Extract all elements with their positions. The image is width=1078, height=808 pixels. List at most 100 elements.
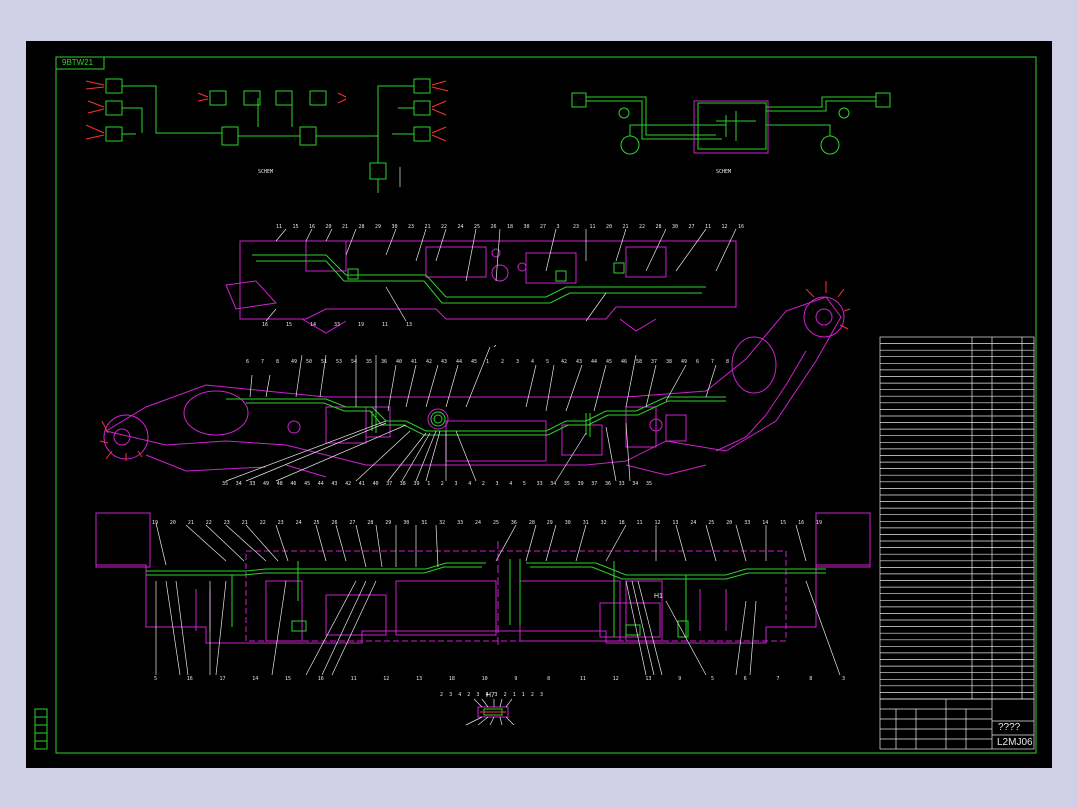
- callout-number: 11: [382, 322, 388, 328]
- callout-number: 21: [623, 224, 629, 230]
- callout-number: 16: [262, 322, 268, 328]
- callout-number: 18: [449, 676, 455, 682]
- callout-number: 20: [726, 520, 732, 526]
- callout-number: 49: [681, 359, 687, 365]
- callout-number: 12: [655, 520, 661, 526]
- callout-number: 38: [666, 359, 672, 365]
- callout-number: 7: [711, 359, 714, 365]
- machine-view-2: [99, 281, 851, 482]
- callout-number: 11: [590, 224, 596, 230]
- callout-number: 32: [601, 520, 607, 526]
- callout-number: 23: [278, 520, 284, 526]
- callout-number: 28: [656, 224, 662, 230]
- callout-number: 5: [154, 676, 157, 682]
- callout-number: 31: [583, 520, 589, 526]
- callout-number: 35: [222, 481, 228, 487]
- callout-number: 42: [561, 359, 567, 365]
- callout-number: 2: [467, 692, 470, 698]
- callout-number: 27: [349, 520, 355, 526]
- svg-text:SCHEM: SCHEM: [258, 169, 273, 175]
- callout-number: 33: [744, 520, 750, 526]
- callout-number: 13: [672, 520, 678, 526]
- callout-number: 33: [249, 481, 255, 487]
- title-name: ????: [998, 722, 1021, 733]
- callout-number: 8: [547, 676, 550, 682]
- callout-number: 33: [619, 481, 625, 487]
- schematic-left: SCHEM: [85, 78, 449, 193]
- callout-number: 54: [351, 359, 357, 365]
- callout-number: 30: [672, 224, 678, 230]
- callout-number: 22: [639, 224, 645, 230]
- callout-number: 2: [482, 481, 485, 487]
- callout-number: 49: [291, 359, 297, 365]
- callout-number: 29: [547, 520, 553, 526]
- callout-number: 13: [416, 676, 422, 682]
- callout-number: 33: [537, 481, 543, 487]
- callout-number: 7: [777, 676, 780, 682]
- callout-number: 35: [646, 481, 652, 487]
- callout-number: 4: [468, 481, 471, 487]
- callout-number: 43: [331, 481, 337, 487]
- callout-number: 6: [744, 676, 747, 682]
- callout-number: 58: [636, 359, 642, 365]
- callout-number: 11: [705, 224, 711, 230]
- callout-number: 12: [613, 676, 619, 682]
- callout-number: 3: [516, 359, 519, 365]
- callout-number: 2: [504, 692, 507, 698]
- callout-number: 41: [411, 359, 417, 365]
- callout-number: 25: [314, 520, 320, 526]
- callout-number: 42: [426, 359, 432, 365]
- callout-number: 15: [293, 224, 299, 230]
- callout-number: 45: [471, 359, 477, 365]
- callout-number: 1: [486, 359, 489, 365]
- callout-number: 3: [540, 692, 543, 698]
- callout-number: 29: [385, 520, 391, 526]
- callout-number: 11: [580, 676, 586, 682]
- callout-number: 23: [408, 224, 414, 230]
- callout-number: 8: [276, 359, 279, 365]
- callout-number: 13: [645, 676, 651, 682]
- callout-number: 34: [632, 481, 638, 487]
- callout-number: 39: [414, 481, 420, 487]
- callout-number: 53: [336, 359, 342, 365]
- callout-number: 10: [482, 676, 488, 682]
- callout-number: 4: [458, 692, 461, 698]
- callout-number: 25: [708, 520, 714, 526]
- callout-number: 5: [711, 676, 714, 682]
- callout-number: 46: [290, 481, 296, 487]
- callout-number: 3: [557, 224, 560, 230]
- callout-number: 24: [296, 520, 302, 526]
- callout-number: 48: [277, 481, 283, 487]
- callout-number: 25: [493, 520, 499, 526]
- callout-number: 42: [345, 481, 351, 487]
- callout-number: 15: [780, 520, 786, 526]
- callout-number: 23: [224, 520, 230, 526]
- callout-number: 8: [726, 359, 729, 365]
- callout-number: 36: [511, 520, 517, 526]
- callout-number: 1: [522, 692, 525, 698]
- cad-viewport[interactable]: SCHEM SCHEM 11 15 16 20 21 28 29 30 23 2…: [26, 41, 1052, 768]
- callout-number: 35: [366, 359, 372, 365]
- callout-number: 3: [842, 676, 845, 682]
- callout-number: 30: [565, 520, 571, 526]
- callout-number: 2: [441, 481, 444, 487]
- callout-number: 20: [326, 224, 332, 230]
- callout-number: 45: [606, 359, 612, 365]
- callout-number: 22: [206, 520, 212, 526]
- callout-number: 24: [690, 520, 696, 526]
- callout-number: 46: [621, 359, 627, 365]
- callout-number: 13: [406, 322, 412, 328]
- callout-number: 33: [457, 520, 463, 526]
- callout-number: 26: [332, 520, 338, 526]
- callout-number: 20: [170, 520, 176, 526]
- callout-number: 20: [606, 224, 612, 230]
- drawing-sheet: SCHEM SCHEM 11 15 16 20 21 28 29 30 23 2…: [34, 56, 1037, 754]
- callout-number: 32: [439, 520, 445, 526]
- callout-number: 37: [386, 481, 392, 487]
- callout-number: 6: [696, 359, 699, 365]
- callout-number: 39: [578, 481, 584, 487]
- callout-number: 8: [809, 676, 812, 682]
- callout-number: 1: [513, 692, 516, 698]
- callout-number: 3: [476, 692, 479, 698]
- machine-view-3: [95, 512, 871, 676]
